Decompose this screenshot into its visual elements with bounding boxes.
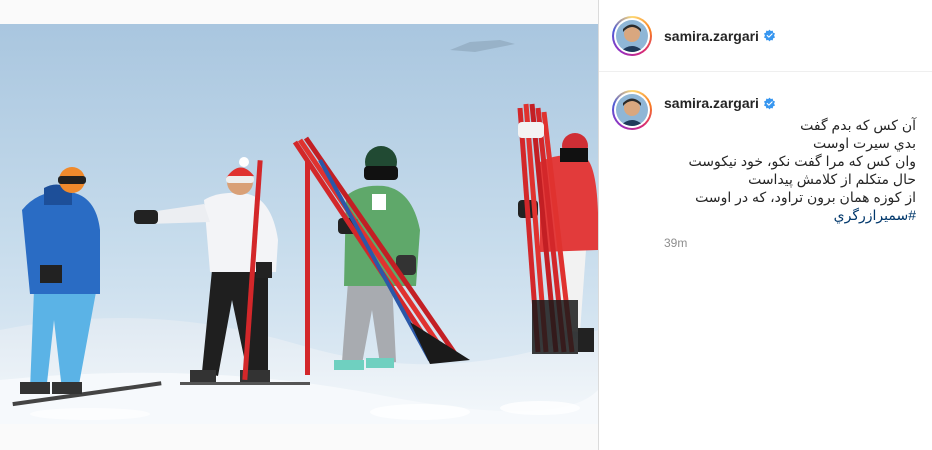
post-page: samira.zargari samira.zargari آن کس که ب… xyxy=(0,0,932,450)
verified-badge-icon xyxy=(763,97,775,109)
caption-line: حال متکلم از کلامش پیداست xyxy=(748,171,916,187)
caption-line: از کوزه همان برون تراود، که در اوست xyxy=(695,189,916,205)
verified-badge-icon xyxy=(763,29,775,42)
profile-picture xyxy=(616,94,648,126)
slalom-pole xyxy=(305,160,310,375)
author-username[interactable]: samira.zargari xyxy=(664,28,759,44)
caption-hashtag[interactable]: #سمیرازرگري xyxy=(688,206,916,224)
caption-comment: samira.zargari آن کس که بدم گفت بدي سيرت… xyxy=(599,72,932,250)
caption-line: آن کس که بدم گفت xyxy=(800,117,916,133)
caption-line: بدي سيرت اوست xyxy=(813,135,916,151)
post-timestamp[interactable]: 39m xyxy=(664,236,916,250)
profile-picture xyxy=(616,19,648,52)
post-header: samira.zargari xyxy=(599,0,932,72)
ski-slope-photo xyxy=(0,0,598,450)
caption-avatar[interactable] xyxy=(612,90,652,130)
post-side-panel: samira.zargari samira.zargari آن کس که ب… xyxy=(598,0,932,450)
caption-text: آن کس که بدم گفت بدي سيرت اوست وان کس که… xyxy=(664,116,916,224)
caption-line: وان کس که مرا گفت نکو، خود نیکوست xyxy=(688,153,916,169)
caption-author-username[interactable]: samira.zargari xyxy=(664,95,759,111)
post-photo[interactable] xyxy=(0,0,598,450)
avatar[interactable] xyxy=(612,15,652,56)
